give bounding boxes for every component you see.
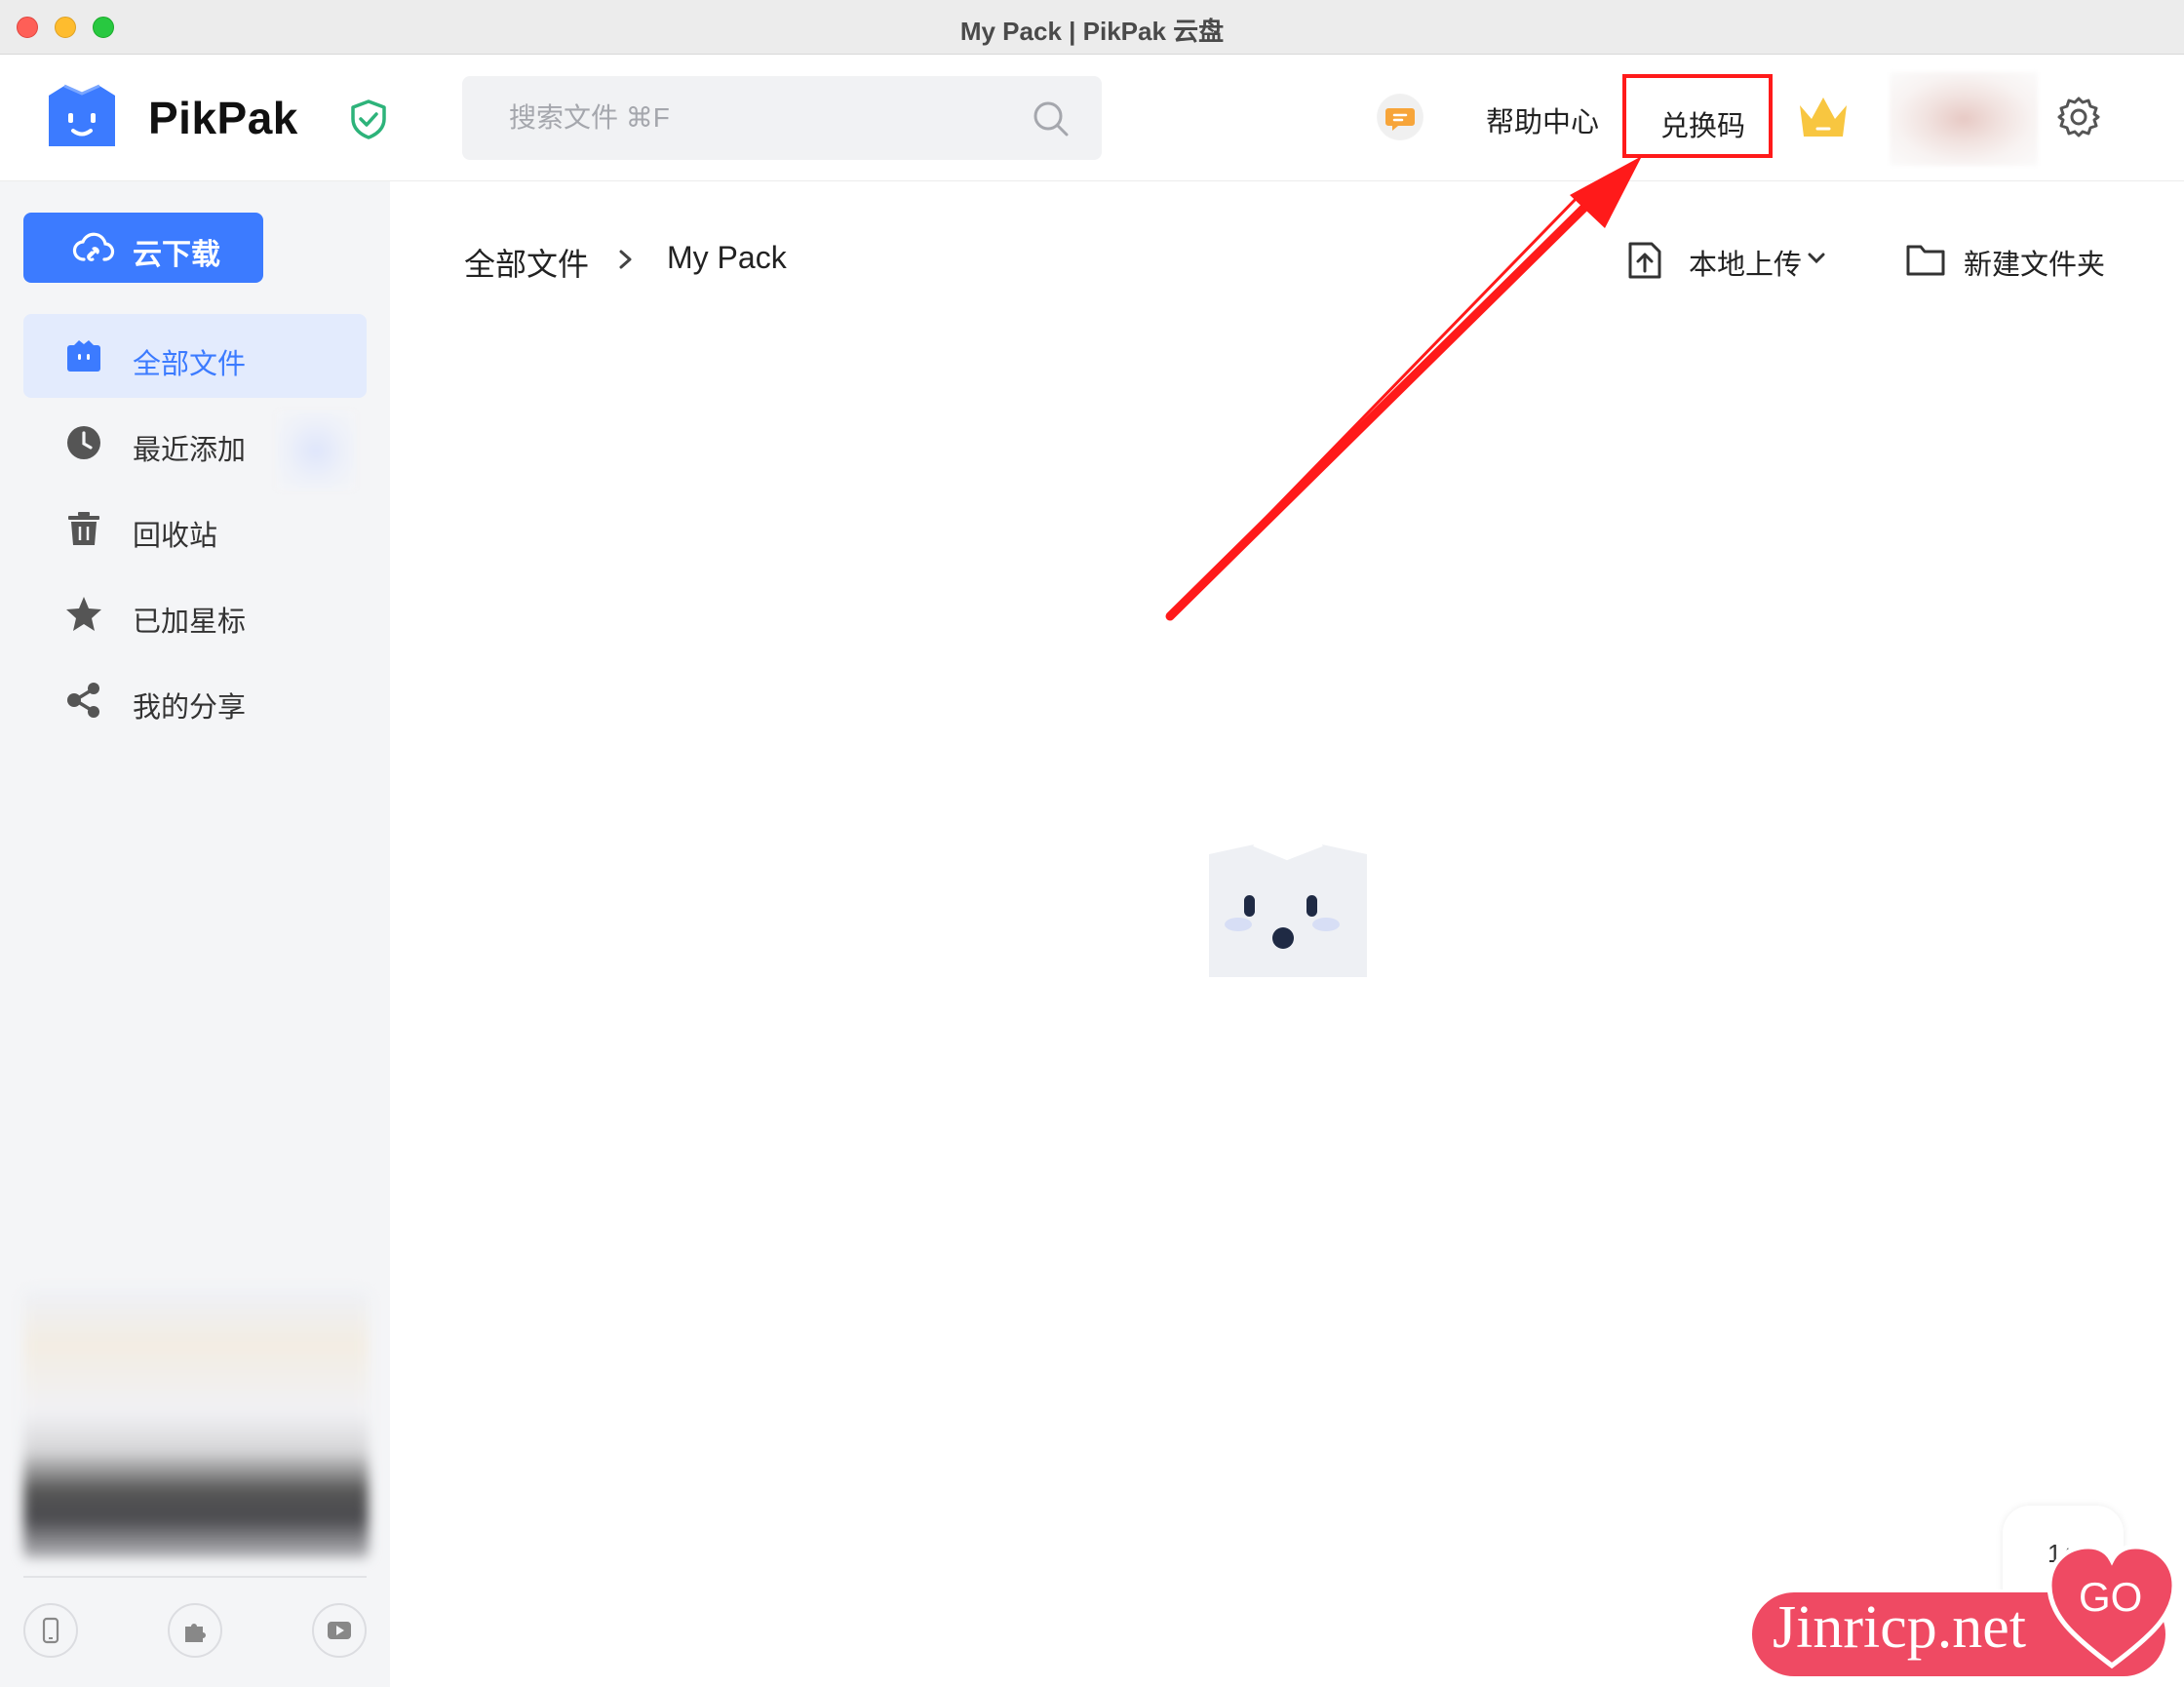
breadcrumb-root[interactable]: 全部文件 xyxy=(464,240,589,285)
watermark-go-label: GO xyxy=(2079,1574,2143,1620)
pikpak-logo-icon[interactable] xyxy=(43,82,121,150)
plugin-icon xyxy=(185,1624,206,1642)
new-folder-label: 新建文件夹 xyxy=(1964,250,2106,281)
avatar[interactable] xyxy=(1890,72,2038,166)
brand-name: PikPak xyxy=(148,93,298,143)
cloud-link-icon xyxy=(72,232,115,261)
sidebar-item-label: 最近添加 xyxy=(133,435,247,466)
title-bar: My Pack | PikPak 云盘 xyxy=(0,0,2184,55)
crown-icon[interactable] xyxy=(1796,92,1851,142)
box-icon xyxy=(67,340,100,372)
sidebar-item-my-shares[interactable]: 我的分享 xyxy=(23,657,367,741)
trash-icon xyxy=(68,512,99,545)
local-upload-button[interactable]: 本地上传 xyxy=(1626,236,1837,283)
top-header: PikPak 帮助中心 兑换码 xyxy=(0,55,2184,181)
mobile-app-button[interactable] xyxy=(23,1603,78,1658)
cloud-download-button[interactable]: 云下载 xyxy=(23,213,263,283)
shield-icon[interactable] xyxy=(347,98,390,140)
plugin-button[interactable] xyxy=(168,1603,222,1658)
message-icon[interactable] xyxy=(1377,94,1424,140)
app-window: My Pack | PikPak 云盘 PikPak 搜索文件 ⌘F 帮助中心 … xyxy=(0,0,2184,1687)
mobile-icon xyxy=(42,1617,59,1644)
sidebar-item-starred[interactable]: 已加星标 xyxy=(23,571,367,655)
divider xyxy=(23,1576,367,1578)
sidebar-item-trash[interactable]: 回收站 xyxy=(23,486,367,569)
window-title: My Pack | PikPak 云盘 xyxy=(959,17,1225,46)
help-center-link[interactable]: 帮助中心 xyxy=(1486,99,1599,140)
chevron-down-icon xyxy=(1808,253,1825,264)
empty-box-illustration xyxy=(1209,843,1367,977)
promo-banner[interactable] xyxy=(23,1291,369,1558)
video-button[interactable] xyxy=(312,1603,367,1658)
sidebar-item-label: 回收站 xyxy=(133,521,218,552)
sidebar: 云下载 全部文件 最近添加 回收站 已加星标 我的分享 xyxy=(0,181,390,1687)
breadcrumb-current: My Pack xyxy=(667,240,787,275)
search-box[interactable] xyxy=(462,76,1102,160)
redeem-code-button[interactable]: 兑换码 xyxy=(1622,74,1773,158)
gear-icon[interactable] xyxy=(2057,96,2100,138)
watermark-text: Jinricp.net xyxy=(1773,1594,2026,1661)
search-icon[interactable] xyxy=(1032,99,1071,138)
star-icon xyxy=(66,597,101,631)
folder-icon xyxy=(1906,245,1945,276)
sidebar-item-label: 已加星标 xyxy=(133,607,247,638)
upload-icon xyxy=(1628,242,1661,279)
chevron-right-icon xyxy=(619,250,632,269)
new-folder-button[interactable]: 新建文件夹 xyxy=(1905,236,2110,283)
redeem-code-label: 兑换码 xyxy=(1660,111,1746,142)
sidebar-item-all-files[interactable]: 全部文件 xyxy=(23,314,367,398)
sidebar-item-label: 我的分享 xyxy=(133,692,247,724)
blurred-badge xyxy=(277,412,355,490)
share-icon xyxy=(67,683,99,718)
clock-icon xyxy=(67,426,100,459)
site-watermark: Jinricp.net GO xyxy=(1749,1539,2184,1687)
cloud-download-label: 云下载 xyxy=(133,239,220,271)
video-icon xyxy=(328,1622,351,1639)
sidebar-item-label: 全部文件 xyxy=(133,349,247,380)
search-input[interactable] xyxy=(509,76,996,160)
local-upload-label: 本地上传 xyxy=(1689,250,1803,281)
